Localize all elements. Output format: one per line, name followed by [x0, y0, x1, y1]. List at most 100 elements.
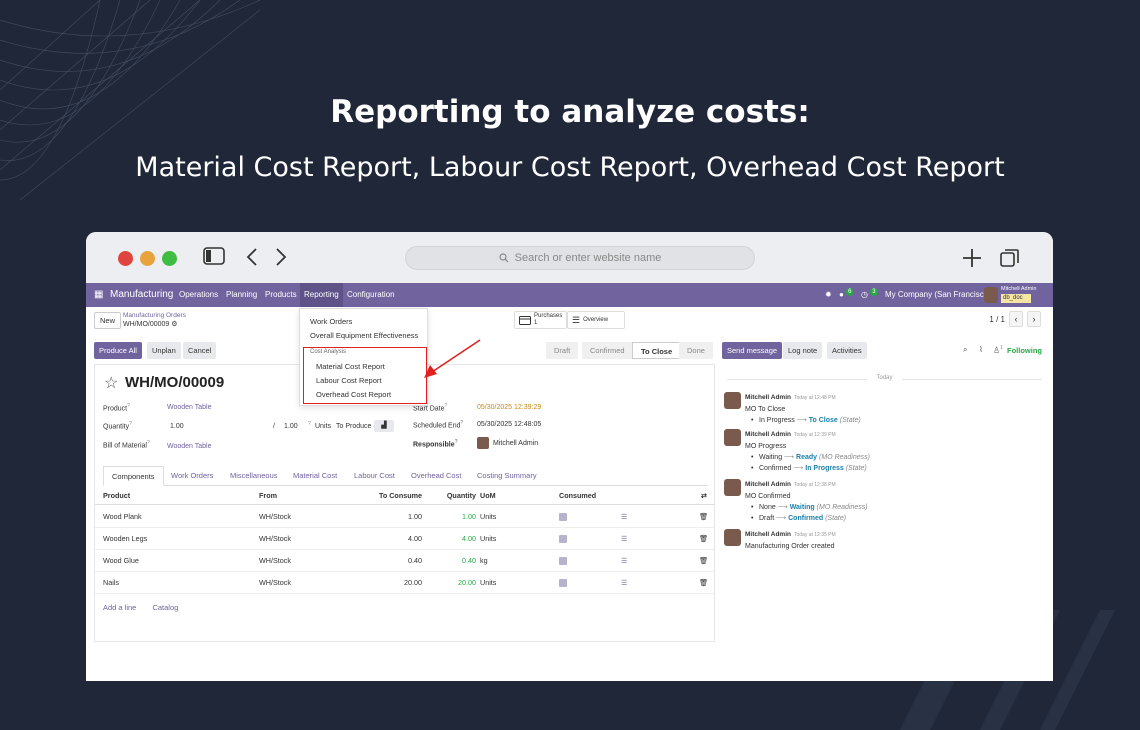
quantity-field[interactable]: 1.00	[170, 423, 184, 430]
minimize-window-button[interactable]	[140, 251, 155, 266]
message-author[interactable]: Mitchell Admin	[745, 394, 791, 401]
start-date-field[interactable]: 05/30/2025 12:39:29	[477, 404, 541, 411]
row-from[interactable]: WH/Stock	[259, 528, 291, 550]
tab-components[interactable]: Components	[103, 466, 164, 486]
menu-planning[interactable]: Planning	[226, 283, 257, 307]
bom-field[interactable]: Wooden Table	[167, 443, 212, 450]
table-row[interactable]: Nails WH/Stock 20.00 20.00 Units ☰ 🗑	[95, 572, 714, 594]
menu-products[interactable]: Products	[265, 283, 297, 307]
maximize-window-button[interactable]	[162, 251, 177, 266]
delete-row-icon[interactable]: 🗑	[699, 528, 708, 550]
pager-value[interactable]: 1 / 1	[989, 315, 1005, 324]
consumed-checkbox[interactable]	[559, 528, 567, 552]
detailed-operations-icon[interactable]: ☰	[621, 528, 627, 550]
optional-columns-icon[interactable]: ⇄	[701, 487, 707, 505]
table-row[interactable]: Wood Plank WH/Stock 1.00 1.00 Units ☰ 🗑	[95, 506, 714, 528]
row-product[interactable]: Wood Glue	[103, 550, 139, 572]
favorite-star-icon[interactable]: ☆	[104, 373, 118, 393]
tab-labour-cost[interactable]: Labour Cost	[346, 466, 403, 486]
stage-draft[interactable]: Draft	[546, 342, 579, 359]
gear-icon[interactable]: ⚙	[171, 321, 177, 328]
bug-icon[interactable]: ✹	[825, 283, 832, 307]
new-tab-icon[interactable]	[962, 248, 982, 268]
detailed-operations-icon[interactable]: ☰	[621, 506, 627, 528]
activity-icon[interactable]: ◷ 3	[861, 283, 878, 307]
col-uom[interactable]: UoM	[480, 487, 496, 505]
close-window-button[interactable]	[118, 251, 133, 266]
back-arrow-icon[interactable]	[245, 247, 259, 267]
activities-button[interactable]: Activities	[827, 342, 867, 359]
delete-row-icon[interactable]: 🗑	[699, 550, 708, 572]
row-product[interactable]: Wood Plank	[103, 506, 142, 528]
row-from[interactable]: WH/Stock	[259, 506, 291, 528]
search-icon[interactable]: ⌕	[963, 345, 967, 355]
row-quantity[interactable]: 4.00	[435, 528, 476, 550]
message-author[interactable]: Mitchell Admin	[745, 531, 791, 538]
new-button[interactable]: New	[94, 312, 122, 329]
stage-to-close[interactable]: To Close	[632, 342, 682, 359]
address-bar[interactable]: Search or enter website name	[405, 246, 755, 270]
apps-menu-icon[interactable]: ▦	[94, 283, 103, 307]
row-quantity[interactable]: 20.00	[435, 572, 476, 594]
tab-work-orders[interactable]: Work Orders	[163, 466, 221, 486]
menu-reporting[interactable]: Reporting	[300, 283, 343, 307]
sidebar-toggle-icon[interactable]	[203, 247, 225, 265]
cancel-button[interactable]: Cancel	[183, 342, 217, 359]
send-message-button[interactable]: Send message	[722, 342, 783, 359]
row-from[interactable]: WH/Stock	[259, 550, 291, 572]
forward-arrow-icon[interactable]	[274, 247, 288, 267]
responsible-field[interactable]: Mitchell Admin	[493, 440, 538, 447]
app-name[interactable]: Manufacturing	[110, 283, 173, 307]
scheduled-end-field[interactable]: 05/30/2025 12:48:05	[477, 421, 541, 428]
chat-icon[interactable]: ● 6	[839, 283, 854, 307]
company-switcher[interactable]: My Company (San Francisco)	[885, 283, 991, 307]
produce-all-button[interactable]: Produce All	[94, 342, 142, 359]
tabs-overview-icon[interactable]	[1000, 248, 1020, 268]
row-product[interactable]: Wooden Legs	[103, 528, 147, 550]
paperclip-icon[interactable]: ⌇	[979, 345, 983, 354]
tab-miscellaneous[interactable]: Miscellaneous	[222, 466, 286, 486]
followers-icon[interactable]: ♙1	[993, 345, 1003, 355]
tab-material-cost[interactable]: Material Cost	[285, 466, 345, 486]
col-to-consume[interactable]: To Consume	[365, 487, 422, 505]
tab-overhead-cost[interactable]: Overhead Cost	[403, 466, 469, 486]
menu-item-oee[interactable]: Overall Equipment Effectiveness	[310, 331, 418, 340]
row-quantity[interactable]: 0.40	[435, 550, 476, 572]
col-from[interactable]: From	[259, 487, 277, 505]
message-author[interactable]: Mitchell Admin	[745, 431, 791, 438]
delete-row-icon[interactable]: 🗑	[699, 506, 708, 528]
detailed-operations-icon[interactable]: ☰	[621, 572, 627, 594]
consumed-checkbox[interactable]	[559, 506, 567, 530]
menu-item-work-orders[interactable]: Work Orders	[310, 317, 352, 326]
col-quantity[interactable]: Quantity	[435, 487, 476, 505]
stage-done[interactable]: Done	[679, 342, 713, 359]
following-toggle[interactable]: Following	[1007, 346, 1042, 355]
tab-costing-summary[interactable]: Costing Summary	[469, 466, 545, 486]
col-product[interactable]: Product	[103, 487, 130, 505]
purchases-smart-button[interactable]: Purchases 1	[514, 311, 568, 329]
stage-confirmed[interactable]: Confirmed	[582, 342, 633, 359]
consumed-checkbox[interactable]	[559, 550, 567, 574]
pager-previous-button[interactable]: ‹	[1009, 311, 1023, 327]
detailed-operations-icon[interactable]: ☰	[621, 550, 627, 572]
log-note-button[interactable]: Log note	[783, 342, 823, 359]
user-avatar[interactable]	[984, 287, 998, 303]
delete-row-icon[interactable]: 🗑	[699, 572, 708, 594]
consumed-checkbox[interactable]	[559, 572, 567, 596]
menu-operations[interactable]: Operations	[179, 283, 218, 307]
add-line-link[interactable]: Add a line	[103, 603, 136, 612]
table-row[interactable]: Wooden Legs WH/Stock 4.00 4.00 Units ☰ 🗑	[95, 528, 714, 550]
row-from[interactable]: WH/Stock	[259, 572, 291, 594]
pager-next-button[interactable]: ›	[1027, 311, 1041, 327]
forecast-chart-icon[interactable]: ▟	[374, 420, 394, 432]
message-author[interactable]: Mitchell Admin	[745, 481, 791, 488]
row-product[interactable]: Nails	[103, 572, 119, 594]
menu-configuration[interactable]: Configuration	[347, 283, 395, 307]
overview-smart-button[interactable]: ☰ Overview	[567, 311, 625, 329]
breadcrumb-parent[interactable]: Manufacturing Orders	[123, 312, 186, 319]
catalog-link[interactable]: Catalog	[152, 603, 178, 612]
row-quantity[interactable]: 1.00	[435, 506, 476, 528]
table-row[interactable]: Wood Glue WH/Stock 0.40 0.40 kg ☰ 🗑	[95, 550, 714, 572]
unplan-button[interactable]: Unplan	[147, 342, 181, 359]
col-consumed[interactable]: Consumed	[559, 487, 596, 505]
